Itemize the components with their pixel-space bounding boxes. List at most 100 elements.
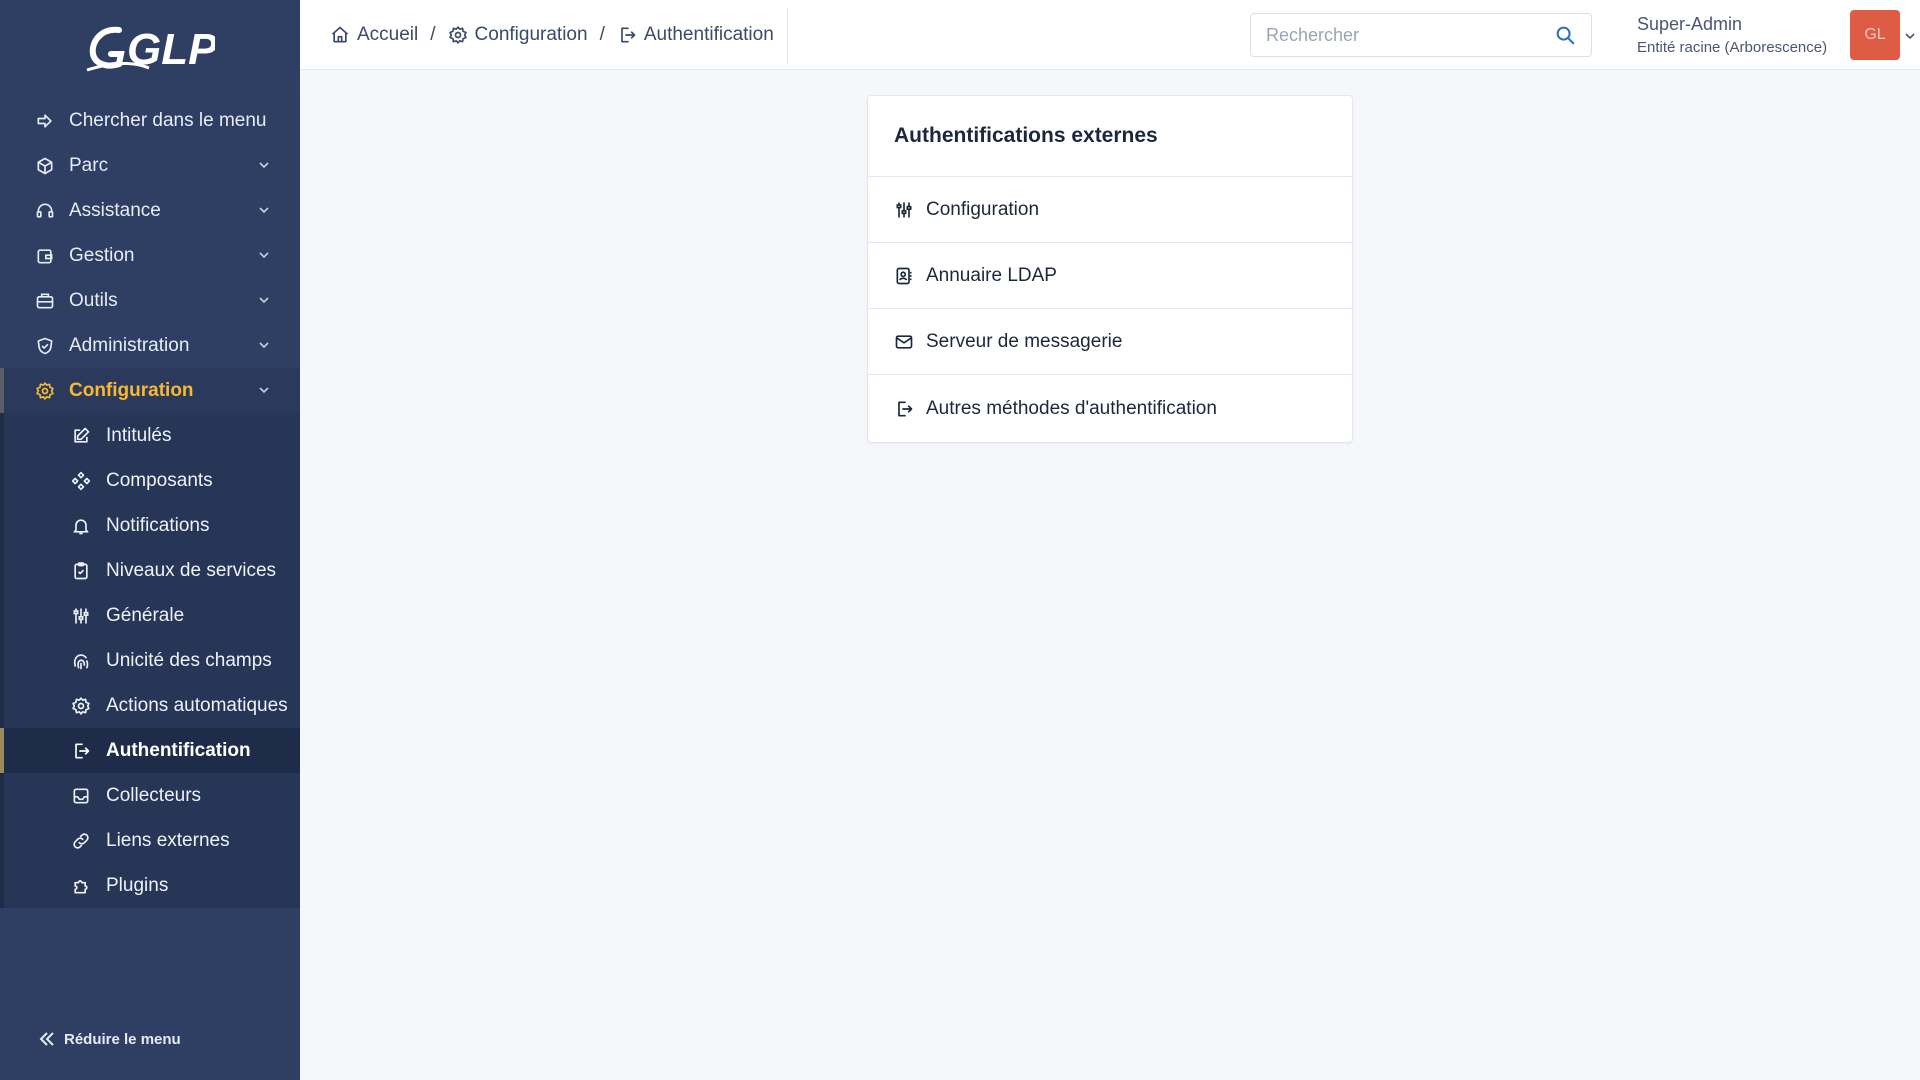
breadcrumb-separator: / (430, 24, 436, 45)
components-icon (70, 470, 92, 492)
submenu-item-label: Plugins (106, 874, 169, 896)
puzzle-icon (70, 875, 92, 897)
breadcrumb-label: Configuration (474, 24, 588, 45)
submenu-item-label: Composants (106, 469, 213, 491)
mail-icon (894, 332, 914, 352)
card-row-label: Annuaire LDAP (926, 264, 1057, 286)
inbox-icon (70, 785, 92, 807)
submenu-item-intitules[interactable]: Intitulés (4, 413, 300, 458)
search-menu-button[interactable]: Chercher dans le menu (0, 98, 300, 143)
user-name: Super-Admin (1637, 14, 1743, 34)
clipboard-check-icon (70, 560, 92, 582)
wallet-icon (34, 245, 56, 267)
chevron-down-icon (258, 204, 272, 218)
top-header: Accueil / Configuration / Authentificati… (300, 0, 1920, 70)
gear-icon (448, 25, 468, 45)
submenu-item-niveaux-de-services[interactable]: Niveaux de services (4, 548, 300, 593)
adjustments-icon (894, 200, 914, 220)
submenu-item-label: Intitulés (106, 424, 172, 446)
chevron-down-icon[interactable] (1904, 30, 1916, 42)
submenu-item-label: Notifications (106, 514, 210, 536)
sidebar-item-outils[interactable]: Outils (0, 278, 300, 323)
collapse-menu-button[interactable]: Réduire le menu (38, 1030, 181, 1048)
breadcrumb-authentification[interactable]: Authentification (617, 24, 774, 46)
avatar[interactable]: GL (1850, 10, 1900, 60)
user-info[interactable]: Super-Admin Entité racine (Arborescence) (1637, 14, 1827, 56)
external-auth-card: Authentifications externes Configuration… (867, 95, 1353, 443)
gear-icon (70, 695, 92, 717)
box-icon (34, 155, 56, 177)
configuration-submenu: Intitulés Composants Notifications Nivea… (0, 413, 300, 908)
submenu-item-liens-externes[interactable]: Liens externes (4, 818, 300, 863)
breadcrumb: Accueil / Configuration / Authentificati… (330, 0, 774, 70)
login-icon (617, 25, 637, 45)
card-row-label: Serveur de messagerie (926, 330, 1123, 352)
shield-icon (34, 335, 56, 357)
submenu-item-generale[interactable]: Générale (4, 593, 300, 638)
login-icon (894, 399, 914, 419)
home-icon (330, 25, 350, 45)
submenu-item-label: Authentification (106, 739, 251, 761)
breadcrumb-label: Authentification (643, 24, 774, 45)
chevron-down-icon (258, 294, 272, 308)
link-icon (70, 830, 92, 852)
sidebar-item-label: Outils (69, 289, 118, 311)
breadcrumb-configuration[interactable]: Configuration (448, 24, 588, 46)
submenu-item-actions-automatiques[interactable]: Actions automatiques (4, 683, 300, 728)
sidebar-item-parc[interactable]: Parc (0, 143, 300, 188)
sidebar-item-assistance[interactable]: Assistance (0, 188, 300, 233)
search-icon[interactable] (1554, 24, 1576, 46)
bell-icon (70, 515, 92, 537)
card-row-autres-methodes[interactable]: Autres méthodes d'authentification (868, 375, 1352, 442)
search-input[interactable] (1251, 14, 1554, 56)
collapse-menu-label: Réduire le menu (64, 1030, 181, 1048)
chevron-down-icon (258, 249, 272, 263)
glpi-logo[interactable]: GLPI (0, 0, 300, 98)
submenu-item-label: Unicité des champs (106, 649, 272, 671)
card-row-annuaire-ldap[interactable]: Annuaire LDAP (868, 243, 1352, 309)
sidebar-item-label: Parc (69, 154, 109, 176)
submenu-item-authentification[interactable]: Authentification (0, 728, 300, 773)
breadcrumb-label: Accueil (357, 24, 419, 45)
sidebar-item-label: Administration (69, 334, 190, 356)
card-row-configuration[interactable]: Configuration (868, 177, 1352, 243)
chevron-down-icon (258, 159, 272, 173)
breadcrumb-separator: / (599, 24, 605, 45)
card-row-label: Configuration (926, 198, 1040, 220)
sidebar-item-gestion[interactable]: Gestion (0, 233, 300, 278)
sidebar-item-label: Gestion (69, 244, 135, 266)
sidebar: GLPI Chercher dans le menu Parc Assistan… (0, 0, 300, 1080)
sidebar-item-administration[interactable]: Administration (0, 323, 300, 368)
header-divider (787, 8, 788, 64)
submenu-item-unicite-des-champs[interactable]: Unicité des champs (4, 638, 300, 683)
headset-icon (34, 200, 56, 222)
address-book-icon (894, 266, 914, 286)
submenu-item-plugins[interactable]: Plugins (4, 863, 300, 908)
login-icon (70, 740, 92, 762)
user-entity: Entité racine (Arborescence) (1637, 39, 1828, 56)
submenu-item-label: Collecteurs (106, 784, 202, 806)
submenu-item-composants[interactable]: Composants (4, 458, 300, 503)
edit-icon (70, 425, 92, 447)
card-row-serveur-de-messagerie[interactable]: Serveur de messagerie (868, 309, 1352, 375)
gear-icon (34, 380, 56, 402)
fingerprint-icon (70, 650, 92, 672)
submenu-item-label: Actions automatiques (106, 694, 288, 716)
sidebar-item-configuration[interactable]: Configuration (0, 368, 300, 413)
chevron-down-icon (258, 339, 272, 353)
sidebar-item-label: Assistance (69, 199, 161, 221)
svg-text:GLPI: GLPI (127, 25, 215, 74)
chevron-down-icon (258, 384, 272, 398)
sidebar-item-label: Configuration (69, 379, 194, 401)
submenu-item-label: Niveaux de services (106, 559, 277, 581)
search-menu-label: Chercher dans le menu (69, 109, 267, 131)
chevrons-left-icon (38, 1030, 56, 1048)
breadcrumb-accueil[interactable]: Accueil (330, 24, 418, 46)
submenu-item-notifications[interactable]: Notifications (4, 503, 300, 548)
submenu-item-collecteurs[interactable]: Collecteurs (4, 773, 300, 818)
submenu-item-label: Liens externes (106, 829, 230, 851)
global-search (1250, 13, 1592, 57)
briefcase-icon (34, 290, 56, 312)
card-title: Authentifications externes (868, 96, 1352, 177)
submenu-item-label: Générale (106, 604, 185, 626)
